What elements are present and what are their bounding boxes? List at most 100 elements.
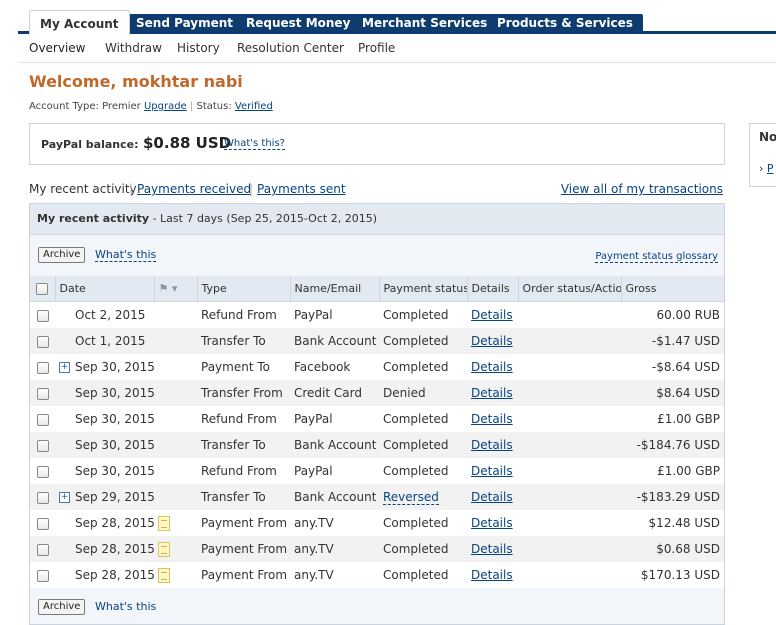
row-checkbox[interactable]	[36, 309, 49, 322]
filter-recent-activity: My recent activity	[29, 182, 137, 196]
row-checkbox[interactable]	[36, 465, 49, 478]
subnav-withdraw[interactable]: Withdraw	[105, 41, 162, 55]
row-checkbox-cell[interactable]	[30, 536, 55, 562]
subnav-overview[interactable]: Overview	[29, 41, 86, 55]
flag-sort-icon[interactable]: ⚑ ▾	[159, 282, 178, 295]
row-details-link[interactable]: Details	[471, 412, 513, 426]
row-date-cell: Sep 30, 2015	[55, 458, 154, 484]
note-icon[interactable]	[158, 567, 170, 583]
column-date[interactable]: Date	[54, 276, 154, 302]
row-checkbox-cell[interactable]	[30, 406, 55, 432]
tab-merchant-services[interactable]: Merchant Services	[352, 14, 498, 32]
archive-button-bottom[interactable]: Archive	[38, 599, 86, 615]
row-details-link[interactable]: Details	[471, 308, 513, 322]
note-icon[interactable]	[158, 515, 170, 531]
note-icon[interactable]	[158, 541, 170, 557]
row-type: Transfer To	[197, 432, 290, 458]
row-status-cell: Completed	[379, 562, 467, 588]
notifications-box: No › P	[749, 123, 776, 187]
separator: |	[129, 182, 134, 196]
row-date-cell: + Sep 29, 2015	[55, 484, 154, 510]
row-date: Sep 30, 2015	[75, 438, 154, 452]
row-checkbox[interactable]	[36, 335, 49, 348]
row-order-status	[518, 301, 621, 328]
row-gross: $0.68 USD	[621, 536, 724, 562]
payment-status-glossary-link[interactable]: Payment status glossary	[595, 251, 718, 263]
tab-products-services[interactable]: Products & Services	[487, 14, 643, 32]
row-details-link[interactable]: Details	[471, 516, 513, 530]
filter-payments-sent[interactable]: Payments sent	[257, 182, 346, 196]
row-checkbox[interactable]	[36, 439, 49, 452]
row-details-link[interactable]: Details	[471, 568, 513, 582]
row-status: Completed	[383, 542, 449, 556]
balance-whats-this-link[interactable]: What's this?	[224, 138, 285, 150]
tab-request-money[interactable]: Request Money	[236, 14, 361, 32]
verified-link[interactable]: Verified	[235, 101, 273, 112]
row-checkbox-cell[interactable]	[30, 510, 55, 536]
row-checkbox-cell[interactable]	[30, 328, 55, 354]
row-gross: $12.48 USD	[621, 510, 724, 536]
tab-send-payment[interactable]: Send Payment	[126, 14, 244, 32]
archive-whats-this-link-bottom[interactable]: What's this	[95, 600, 156, 613]
row-order-status	[518, 458, 621, 484]
table-row: Oct 2, 2015 Refund From PayPal Completed Det…	[30, 301, 724, 328]
row-checkbox[interactable]	[36, 543, 49, 556]
row-status: Completed	[383, 308, 449, 322]
row-note-cell	[154, 562, 197, 588]
balance-amount: $0.88 USD	[143, 134, 232, 152]
row-status-cell: Denied	[379, 380, 467, 406]
row-order-status	[518, 562, 621, 588]
view-all-transactions-link[interactable]: View all of my transactions	[561, 182, 723, 196]
filter-payments-received[interactable]: Payments received	[137, 182, 251, 196]
row-checkbox[interactable]	[36, 569, 49, 582]
table-row: + Sep 29, 2015 Transfer To Bank Account Reve…	[30, 484, 724, 510]
notifications-item[interactable]: › P	[759, 162, 774, 175]
column-flag[interactable]: ⚑ ▾	[153, 276, 197, 302]
subnav-history[interactable]: History	[177, 41, 220, 55]
row-status-cell: Completed	[379, 301, 467, 328]
row-details-link[interactable]: Details	[471, 360, 513, 374]
row-checkbox-cell[interactable]	[30, 432, 55, 458]
expand-icon[interactable]: +	[59, 362, 70, 373]
row-gross: $8.64 USD	[621, 380, 724, 406]
row-checkbox[interactable]	[36, 517, 49, 530]
notifications-link[interactable]: P	[767, 162, 774, 175]
row-details-link[interactable]: Details	[471, 334, 513, 348]
row-type: Transfer To	[197, 484, 290, 510]
row-date: Sep 30, 2015	[75, 464, 154, 478]
row-details-cell: Details	[467, 301, 518, 328]
row-checkbox[interactable]	[36, 361, 49, 374]
row-type: Refund From	[197, 458, 290, 484]
row-checkbox-cell[interactable]	[30, 354, 55, 380]
expand-icon[interactable]: +	[59, 492, 70, 503]
row-checkbox[interactable]	[36, 413, 49, 426]
status-label: Status:	[196, 101, 232, 112]
row-details-link[interactable]: Details	[471, 490, 513, 504]
select-all-checkbox[interactable]	[36, 283, 49, 295]
archive-whats-this-link[interactable]: What's this	[95, 248, 157, 262]
row-details-cell: Details	[467, 510, 518, 536]
row-status-link[interactable]: Reversed	[383, 490, 439, 505]
select-all-checkbox-cell[interactable]	[30, 276, 55, 302]
archive-button[interactable]: Archive	[38, 247, 86, 263]
row-details-link[interactable]: Details	[471, 438, 513, 452]
upgrade-link[interactable]: Upgrade	[144, 101, 187, 112]
row-checkbox-cell[interactable]	[30, 484, 55, 510]
row-checkbox[interactable]	[36, 387, 49, 400]
table-row: Sep 30, 2015 Refund From PayPal Completed De…	[30, 458, 724, 484]
row-details-link[interactable]: Details	[471, 386, 513, 400]
tab-my-account[interactable]: My Account	[29, 10, 130, 35]
row-checkbox-cell[interactable]	[30, 562, 55, 588]
row-note-cell	[154, 406, 197, 432]
row-details-link[interactable]: Details	[471, 464, 513, 478]
row-checkbox[interactable]	[36, 491, 49, 504]
row-checkbox-cell[interactable]	[30, 301, 55, 328]
row-date: Sep 28, 2015	[75, 516, 154, 530]
row-details-link[interactable]: Details	[471, 542, 513, 556]
subnav-profile[interactable]: Profile	[358, 41, 395, 55]
row-checkbox-cell[interactable]	[30, 458, 55, 484]
row-status-cell: Completed	[379, 458, 467, 484]
row-checkbox-cell[interactable]	[30, 380, 55, 406]
row-name: any.TV	[290, 510, 379, 536]
subnav-resolution-center[interactable]: Resolution Center	[237, 41, 344, 55]
